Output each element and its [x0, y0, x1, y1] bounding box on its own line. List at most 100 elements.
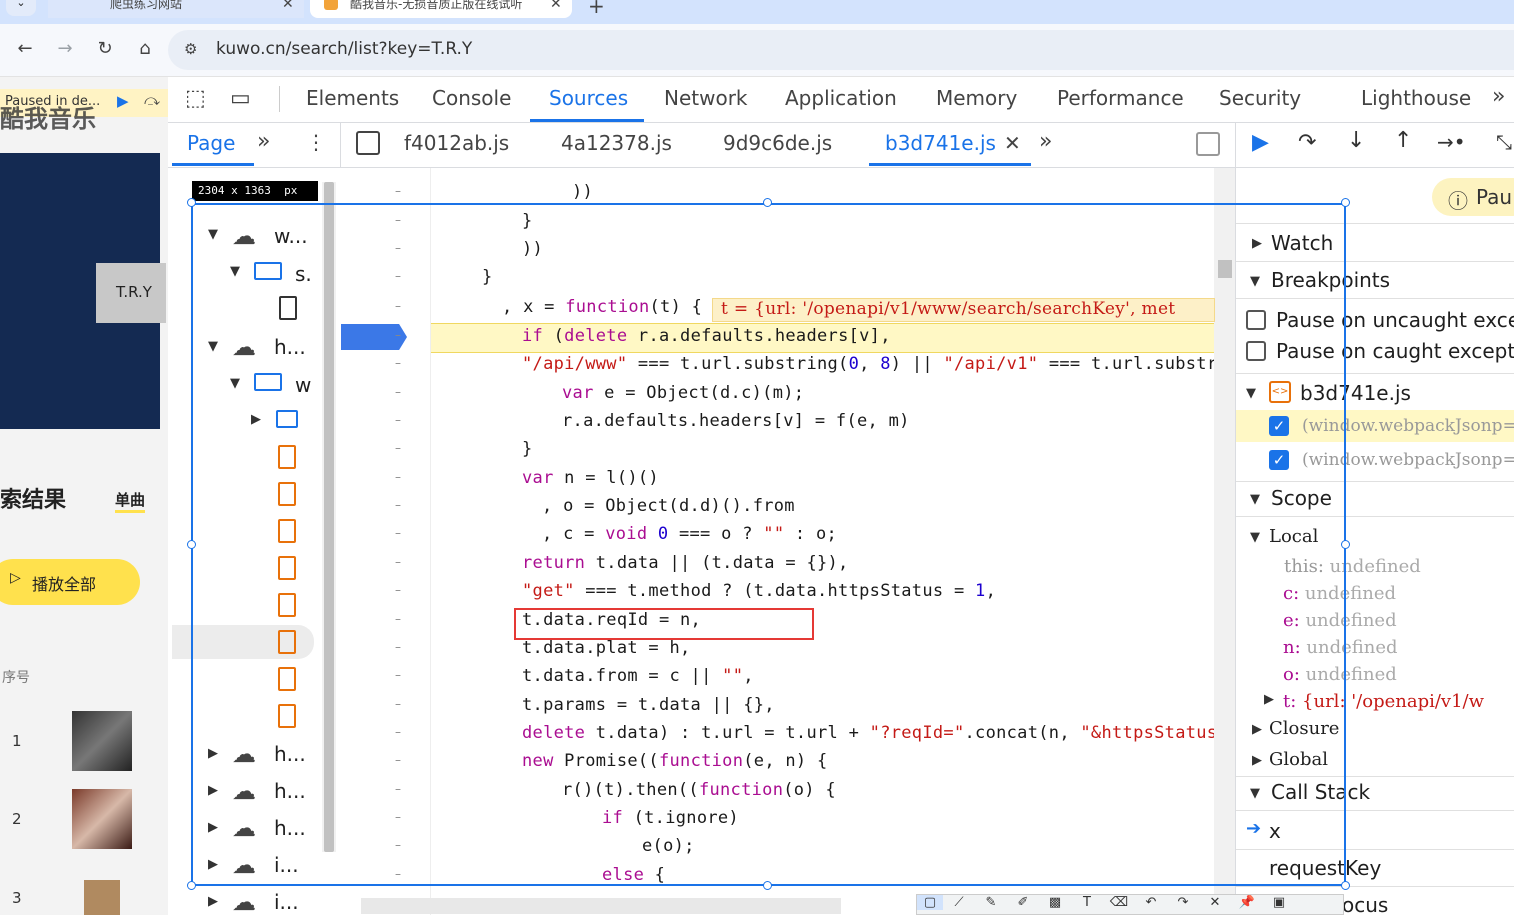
file-tab[interactable]: 4a12378.js	[561, 131, 672, 155]
gutter-line-marker[interactable]: –	[395, 526, 401, 540]
expand-arrow-icon[interactable]: ▼	[230, 264, 240, 279]
stack-frame[interactable]: requestKey	[1269, 856, 1381, 880]
code-line[interactable]: else {	[602, 865, 665, 885]
expand-arrow-icon[interactable]: ▼	[208, 227, 218, 242]
call-stack-section[interactable]: Call Stack	[1271, 780, 1370, 804]
gutter-line-marker[interactable]: –	[395, 867, 401, 881]
code-line[interactable]: "/api/www" === t.url.substring(0, 8) || …	[522, 354, 1214, 374]
code-line[interactable]: if (delete r.a.defaults.headers[v],	[522, 326, 891, 346]
breakpoint-line[interactable]: (window.webpackJsonp=	[1302, 450, 1514, 470]
text-tool-icon[interactable]: T	[1071, 895, 1103, 910]
gutter-line-marker[interactable]: –	[395, 241, 401, 255]
expand-arrow-icon[interactable]: ▼	[1250, 530, 1260, 545]
stack-frame[interactable]: ocus	[1342, 893, 1388, 917]
watch-section[interactable]: Watch	[1271, 231, 1333, 255]
site-info-icon[interactable]: ⚙	[184, 40, 197, 58]
code-line[interactable]: r.a.defaults.headers[v] = f(e, m)	[562, 411, 910, 431]
breakpoint-checkbox[interactable]: ✓	[1269, 450, 1289, 470]
folder-icon[interactable]	[276, 410, 298, 428]
code-line[interactable]: delete t.data) : t.url = t.url + "?reqId…	[522, 723, 1214, 743]
code-line[interactable]: ))	[572, 182, 593, 202]
device-toolbar-icon[interactable]: ▭	[230, 86, 251, 111]
code-line[interactable]: , o = Object(d.d)().from	[542, 496, 795, 516]
more-tabs-icon[interactable]: »	[1492, 84, 1505, 109]
close-file-icon[interactable]: ✕	[1004, 131, 1021, 155]
gutter-line-marker[interactable]: –	[395, 213, 401, 227]
forward-icon[interactable]: →	[54, 38, 76, 60]
tab-lighthouse[interactable]: Lighthouse	[1361, 86, 1471, 110]
horizontal-scrollbar[interactable]	[361, 898, 841, 914]
code-line[interactable]: e(o);	[642, 836, 695, 856]
collapse-arrow-icon[interactable]: ▶	[1252, 722, 1262, 737]
gutter-line-marker[interactable]: –	[395, 838, 401, 852]
gutter-line-marker[interactable]: –	[395, 810, 401, 824]
expand-arrow-icon[interactable]: ▼	[208, 339, 218, 354]
mosaic-tool-icon[interactable]: ▩	[1039, 895, 1071, 910]
inspect-element-icon[interactable]: ⬚	[185, 86, 206, 111]
tree-label[interactable]: i...	[274, 853, 299, 877]
code-line[interactable]: , x = function(t) {	[502, 297, 702, 317]
tab-console[interactable]: Console	[432, 86, 511, 110]
tab-elements[interactable]: Elements	[306, 86, 399, 110]
resume-execution-icon[interactable]: ▶	[1252, 130, 1269, 155]
step-into-icon[interactable]: ↓	[1347, 128, 1365, 153]
file-icon[interactable]	[279, 296, 297, 320]
album-cover[interactable]	[84, 880, 120, 915]
file-js-icon[interactable]	[278, 482, 296, 506]
tree-label[interactable]: h...	[274, 779, 306, 803]
resize-handle[interactable]	[1341, 540, 1350, 549]
collapse-arrow-icon[interactable]: ▶	[1252, 236, 1262, 251]
file-js-icon[interactable]	[278, 445, 296, 469]
collapse-arrow-icon[interactable]: ▶	[208, 857, 218, 872]
code-line[interactable]: t.params = t.data || {},	[522, 695, 775, 715]
gutter-line-marker[interactable]: –	[395, 555, 401, 569]
resize-handle[interactable]	[1341, 198, 1350, 207]
gutter-line-marker[interactable]: –	[395, 725, 401, 739]
redo-icon[interactable]: ↷	[1167, 895, 1199, 910]
tree-label[interactable]: w...	[274, 224, 308, 248]
expand-arrow-icon[interactable]: ▼	[1250, 786, 1260, 801]
stack-frame[interactable]: x	[1269, 819, 1281, 843]
toggle-navigator-icon[interactable]	[356, 131, 380, 155]
file-js-icon[interactable]	[278, 630, 296, 654]
code-line[interactable]: }	[482, 267, 493, 287]
code-line[interactable]: , c = void 0 === o ? "" : o;	[542, 524, 837, 544]
rect-tool-icon[interactable]: ▢	[917, 895, 943, 910]
tree-label[interactable]: s.	[295, 262, 312, 286]
tab-sources[interactable]: Sources	[549, 86, 628, 110]
collapse-arrow-icon[interactable]: ▶	[1252, 753, 1262, 768]
file-tab[interactable]: 9d9c6de.js	[723, 131, 832, 155]
resize-handle[interactable]	[1341, 881, 1350, 890]
collapse-arrow-icon[interactable]: ▶	[208, 783, 218, 798]
gutter-line-marker[interactable]: –	[395, 668, 401, 682]
tab-memory[interactable]: Memory	[936, 86, 1017, 110]
deactivate-breakpoints-icon[interactable]: ⤡	[1496, 130, 1512, 154]
toggle-debugger-icon[interactable]	[1196, 132, 1220, 156]
album-cover[interactable]	[72, 789, 132, 849]
play-all-button[interactable]: ▷ 播放全部	[0, 559, 140, 605]
scope-variable[interactable]: n: undefined	[1283, 637, 1398, 658]
local-scope[interactable]: Local	[1269, 526, 1318, 547]
breakpoints-section[interactable]: Breakpoints	[1271, 268, 1390, 292]
step-icon[interactable]: →•	[1437, 130, 1466, 154]
code-line[interactable]: }	[522, 211, 533, 231]
artist-card[interactable]: T.R.Y	[96, 263, 166, 323]
browser-tab-2[interactable]: 酷我音乐-无损音质正版在线试听	[310, 0, 572, 18]
code-line[interactable]: var n = l()()	[522, 468, 659, 488]
resume-icon[interactable]: ▶	[117, 92, 129, 110]
album-cover[interactable]	[72, 711, 132, 771]
collapse-arrow-icon[interactable]: ▶	[251, 412, 261, 427]
navigator-scrollbar[interactable]	[322, 182, 336, 852]
breakpoint-line[interactable]: (window.webpackJsonp=	[1302, 416, 1514, 436]
navigator-menu-icon[interactable]: ⋮	[306, 130, 326, 154]
file-js-icon[interactable]	[278, 704, 296, 728]
collapse-arrow-icon[interactable]: ▶	[208, 820, 218, 835]
new-tab-icon[interactable]: +	[588, 0, 605, 18]
tree-label[interactable]: h...	[274, 816, 306, 840]
step-out-icon[interactable]: ↑	[1394, 128, 1412, 153]
gutter-line-marker[interactable]: –	[395, 583, 401, 597]
file-js-icon[interactable]	[278, 593, 296, 617]
breakpoint-file[interactable]: b3d741e.js	[1300, 381, 1411, 405]
home-icon[interactable]: ⌂	[134, 38, 156, 60]
tab-security[interactable]: Security	[1219, 86, 1301, 110]
